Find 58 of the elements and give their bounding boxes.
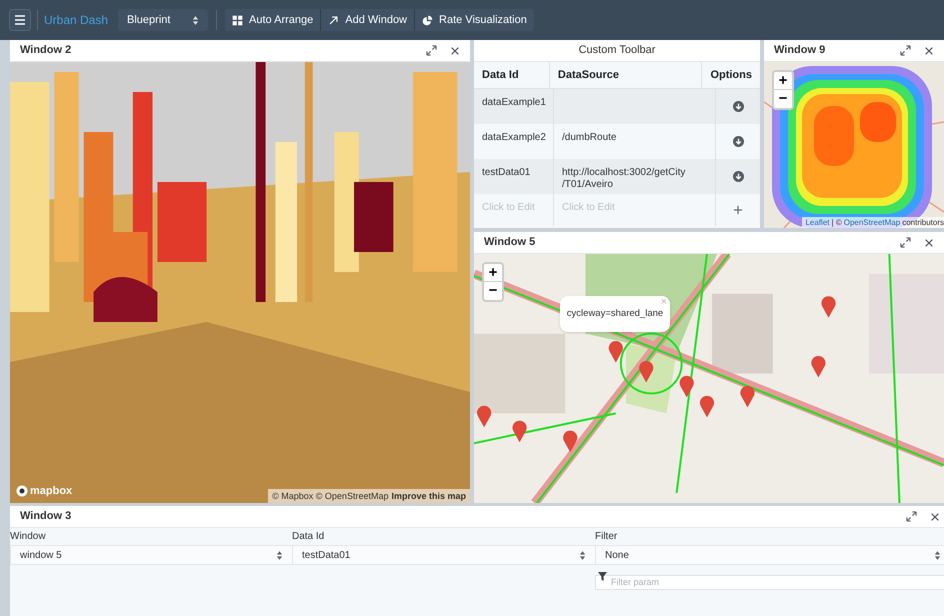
window-title: Window 3 xyxy=(20,509,72,524)
column-header: Options xyxy=(710,68,752,83)
select-arrows-icon xyxy=(276,550,283,560)
select-field[interactable]: window 5 xyxy=(10,546,292,565)
improve-map-link[interactable]: Improve this map xyxy=(391,489,466,503)
close-icon[interactable] xyxy=(924,46,934,56)
leaflet-link[interactable]: Leaflet xyxy=(805,217,830,228)
filter-input[interactable]: Filter param xyxy=(595,574,944,590)
pie-chart-icon xyxy=(422,14,434,26)
grid-icon xyxy=(232,14,244,26)
table-cell-text: /dumbRoute xyxy=(562,132,618,144)
toolbar-button[interactable]: Auto Arrange xyxy=(225,9,320,31)
zoom-out-button[interactable]: − xyxy=(484,282,502,300)
select-arrows-icon xyxy=(579,550,586,560)
map-attribution: © Mapbox © OpenStreetMap xyxy=(272,490,388,503)
toolbar-button[interactable]: Rate Visualization xyxy=(414,9,534,31)
column-header: Data Id xyxy=(482,68,519,83)
filter-icon xyxy=(598,572,607,581)
select-field[interactable]: None xyxy=(595,546,944,565)
field-label: Window xyxy=(10,530,46,544)
attribution-text: | © xyxy=(832,217,842,228)
download-icon[interactable] xyxy=(732,101,744,112)
zoom-in-button[interactable]: + xyxy=(484,264,502,282)
openstreetmap-link[interactable]: OpenStreetMap xyxy=(844,217,900,228)
popup-text: cycleway=shared_lane xyxy=(566,306,664,321)
field-label: Filter xyxy=(595,530,618,544)
add-icon[interactable] xyxy=(733,205,743,215)
table-cell-text: http://localhost:3002/getCity /T01/Aveiro xyxy=(562,167,686,191)
download-icon[interactable] xyxy=(732,171,744,182)
expand-icon[interactable] xyxy=(906,511,917,522)
toolbar-button[interactable]: Add Window xyxy=(320,9,414,31)
field-label: Data Id xyxy=(292,530,324,544)
window-title: Window 9 xyxy=(774,43,826,58)
arrow-icon xyxy=(328,14,340,26)
mapbox-logo-icon xyxy=(16,484,28,497)
table-cell-text: testData01 xyxy=(482,167,532,179)
zoom-in-button[interactable]: + xyxy=(774,72,792,90)
select-arrows-icon xyxy=(934,550,941,560)
close-icon[interactable] xyxy=(450,46,460,56)
close-icon[interactable] xyxy=(930,512,940,522)
close-icon[interactable] xyxy=(924,238,934,248)
expand-icon[interactable] xyxy=(900,237,911,248)
zoom-out-button[interactable]: − xyxy=(774,90,792,108)
download-icon[interactable] xyxy=(732,136,744,147)
window-title: Window 2 xyxy=(20,43,72,58)
expand-icon[interactable] xyxy=(900,45,911,56)
column-header: DataSource xyxy=(558,68,620,83)
select-field[interactable]: testData01 xyxy=(292,546,595,565)
table-cell: dataExample1 xyxy=(482,97,545,109)
attribution-text: contributors xyxy=(902,217,944,228)
window-title: Window 5 xyxy=(484,235,536,250)
table-cell: dataExample2 xyxy=(482,132,545,144)
panel-title: Custom Toolbar xyxy=(578,43,656,58)
select-arrows-icon xyxy=(192,14,200,26)
menu-button[interactable] xyxy=(9,9,31,31)
expand-icon[interactable] xyxy=(426,45,437,56)
menu-icon xyxy=(14,14,26,26)
layout-select[interactable]: Blueprint xyxy=(118,9,208,31)
